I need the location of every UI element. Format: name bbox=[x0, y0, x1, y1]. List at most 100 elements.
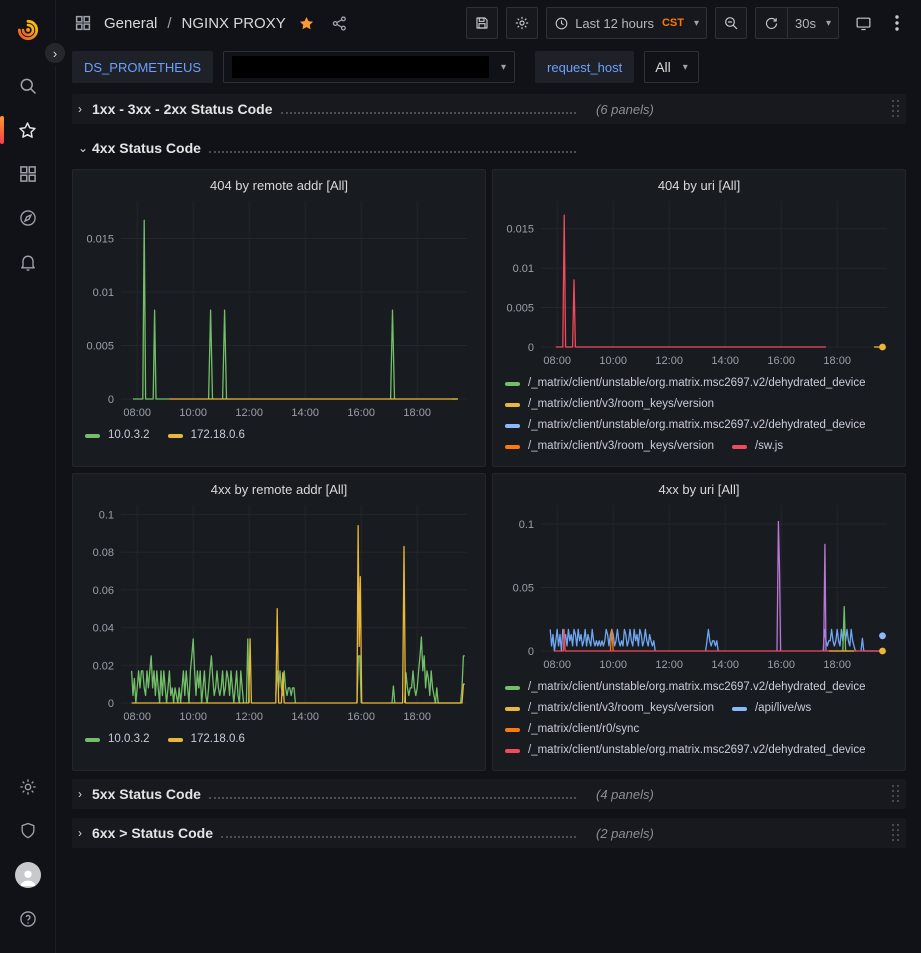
legend-label[interactable]: /api/live/ws bbox=[755, 698, 811, 719]
chevron-right-icon: › bbox=[78, 826, 92, 840]
timeseries-plot[interactable]: 00.050.108:0010:0012:0014:0016:0018:00 bbox=[501, 499, 897, 675]
row-header-6xx[interactable]: › 6xx > Status Code (2 panels) bbox=[72, 818, 906, 848]
legend-item[interactable]: 172.18.0.6 bbox=[168, 425, 245, 446]
share-button[interactable] bbox=[327, 15, 352, 32]
legend-label[interactable]: 10.0.3.2 bbox=[108, 729, 150, 750]
legend-item[interactable]: /_matrix/client/r0/sync bbox=[505, 719, 639, 740]
legend-item[interactable]: /api/live/ws bbox=[732, 698, 811, 719]
legend-label[interactable]: /sw.js bbox=[755, 436, 783, 457]
sidebar-expand-button[interactable]: › bbox=[42, 40, 68, 66]
legend-item[interactable]: 172.18.0.6 bbox=[168, 729, 245, 750]
legend-item[interactable]: /_matrix/client/v3/room_keys/version bbox=[505, 698, 714, 719]
legend-color-swatch bbox=[732, 707, 747, 711]
svg-text:0.04: 0.04 bbox=[93, 623, 114, 635]
save-dashboard-button[interactable] bbox=[466, 7, 498, 39]
legend-item[interactable]: /_matrix/client/unstable/org.matrix.msc2… bbox=[505, 740, 866, 761]
sidebar-item-explore[interactable] bbox=[8, 196, 48, 240]
refresh-interval-picker[interactable]: 30s ▾ bbox=[787, 7, 839, 39]
legend-label[interactable]: /_matrix/client/v3/room_keys/version bbox=[528, 698, 714, 719]
favorite-star-button[interactable] bbox=[294, 15, 319, 32]
legend-color-swatch bbox=[505, 728, 520, 732]
legend-item[interactable]: 10.0.3.2 bbox=[85, 425, 150, 446]
sidebar-item-server-admin[interactable] bbox=[8, 809, 48, 853]
panel-title[interactable]: 404 by remote addr [All] bbox=[81, 174, 477, 195]
breadcrumb-dashboard-title[interactable]: NGINX PROXY bbox=[182, 15, 286, 32]
star-icon bbox=[17, 120, 38, 141]
legend-item[interactable]: /_matrix/client/v3/room_keys/version bbox=[505, 394, 714, 415]
legend-label[interactable]: /_matrix/client/unstable/org.matrix.msc2… bbox=[528, 740, 866, 761]
legend-item[interactable]: /_matrix/client/v3/room_keys/version bbox=[505, 436, 714, 457]
svg-text:0.05: 0.05 bbox=[513, 583, 534, 595]
legend-label[interactable]: /_matrix/client/unstable/org.matrix.msc2… bbox=[528, 677, 866, 698]
tv-mode-button[interactable] bbox=[847, 7, 879, 39]
row-header-4xx[interactable]: ⌄ 4xx Status Code bbox=[72, 133, 906, 163]
more-options-button[interactable] bbox=[887, 7, 907, 39]
dashboard-canvas: › 1xx - 3xx - 2xx Status Code (6 panels)… bbox=[56, 88, 921, 953]
zoom-out-icon bbox=[723, 15, 739, 31]
chevron-right-icon: › bbox=[78, 787, 92, 801]
breadcrumb-folder[interactable]: General bbox=[104, 15, 157, 32]
variable-value-redacted bbox=[232, 56, 489, 78]
legend-label[interactable]: /_matrix/client/v3/room_keys/version bbox=[528, 394, 714, 415]
sidebar-item-starred[interactable] bbox=[8, 108, 48, 152]
legend-label[interactable]: 172.18.0.6 bbox=[191, 425, 245, 446]
panel-title[interactable]: 4xx by uri [All] bbox=[501, 478, 897, 499]
refresh-group: 30s ▾ bbox=[755, 7, 839, 39]
legend-row: /_matrix/client/r0/sync bbox=[505, 719, 895, 740]
timeseries-plot[interactable]: 00.020.040.060.080.108:0010:0012:0014:00… bbox=[81, 499, 477, 727]
legend-item[interactable]: /_matrix/client/unstable/org.matrix.msc2… bbox=[505, 415, 866, 436]
variable-dropdown-ds-prometheus[interactable]: ▾ bbox=[223, 51, 515, 83]
svg-text:18:00: 18:00 bbox=[403, 711, 431, 723]
panel-title[interactable]: 4xx by remote addr [All] bbox=[81, 478, 477, 499]
legend-item[interactable]: /_matrix/client/unstable/org.matrix.msc2… bbox=[505, 373, 866, 394]
row-header-1xx-3xx-2xx[interactable]: › 1xx - 3xx - 2xx Status Code (6 panels) bbox=[72, 94, 906, 124]
timeseries-plot[interactable]: 00.0050.010.01508:0010:0012:0014:0016:00… bbox=[81, 195, 477, 423]
legend-label[interactable]: /_matrix/client/v3/room_keys/version bbox=[528, 436, 714, 457]
row-title: 1xx - 3xx - 2xx Status Code bbox=[92, 101, 273, 117]
dashboard-breadcrumb-icon-button[interactable] bbox=[70, 14, 96, 32]
row-title-wrap: 4xx Status Code bbox=[92, 140, 578, 156]
time-range-picker[interactable]: Last 12 hours CST ▾ bbox=[546, 7, 707, 39]
legend-color-swatch bbox=[505, 749, 520, 753]
legend-item[interactable]: 10.0.3.2 bbox=[85, 729, 150, 750]
variable-dropdown-request-host[interactable]: All ▾ bbox=[644, 51, 699, 83]
panel-title[interactable]: 404 by uri [All] bbox=[501, 174, 897, 195]
svg-text:12:00: 12:00 bbox=[235, 711, 263, 723]
row-drag-handle[interactable] bbox=[892, 100, 900, 118]
legend-label[interactable]: /_matrix/client/unstable/org.matrix.msc2… bbox=[528, 415, 866, 436]
sidebar-item-search[interactable] bbox=[8, 64, 48, 108]
panel-legend: 10.0.3.2 172.18.0.6 bbox=[81, 727, 477, 750]
svg-text:0.005: 0.005 bbox=[86, 341, 114, 353]
row-panel-count: (4 panels) bbox=[596, 787, 654, 802]
monitor-icon bbox=[855, 15, 872, 32]
row-title: 4xx Status Code bbox=[92, 140, 201, 156]
svg-text:0.01: 0.01 bbox=[93, 287, 114, 299]
sidebar-item-profile[interactable] bbox=[8, 853, 48, 897]
grafana-logo[interactable] bbox=[8, 10, 48, 50]
legend-color-swatch bbox=[505, 707, 520, 711]
sidebar-item-alerting[interactable] bbox=[8, 240, 48, 284]
legend-row: /_matrix/client/unstable/org.matrix.msc2… bbox=[505, 677, 895, 698]
legend-label[interactable]: /_matrix/client/unstable/org.matrix.msc2… bbox=[528, 373, 866, 394]
refresh-icon bbox=[764, 16, 779, 31]
row-drag-handle[interactable] bbox=[892, 824, 900, 842]
sidebar-item-dashboards[interactable] bbox=[8, 152, 48, 196]
legend-color-swatch bbox=[85, 434, 100, 438]
sidebar-item-configuration[interactable] bbox=[8, 765, 48, 809]
legend-item[interactable]: /_matrix/client/unstable/org.matrix.msc2… bbox=[505, 677, 866, 698]
refresh-button[interactable] bbox=[755, 7, 787, 39]
timeseries-plot[interactable]: 00.0050.010.01508:0010:0012:0014:0016:00… bbox=[501, 195, 897, 371]
legend-item[interactable]: /sw.js bbox=[732, 436, 783, 457]
legend-label[interactable]: /_matrix/client/r0/sync bbox=[528, 719, 639, 740]
row-drag-handle[interactable] bbox=[892, 785, 900, 803]
legend-label[interactable]: 10.0.3.2 bbox=[108, 425, 150, 446]
zoom-out-button[interactable] bbox=[715, 7, 747, 39]
svg-text:10:00: 10:00 bbox=[179, 407, 207, 419]
variable-label-ds-prometheus: DS_PROMETHEUS bbox=[72, 51, 213, 83]
legend-label[interactable]: 172.18.0.6 bbox=[191, 729, 245, 750]
svg-text:14:00: 14:00 bbox=[711, 659, 739, 671]
row-header-5xx[interactable]: › 5xx Status Code (4 panels) bbox=[72, 779, 906, 809]
dashboard-settings-button[interactable] bbox=[506, 7, 538, 39]
help-icon bbox=[18, 909, 38, 929]
sidebar-item-help[interactable] bbox=[8, 897, 48, 941]
